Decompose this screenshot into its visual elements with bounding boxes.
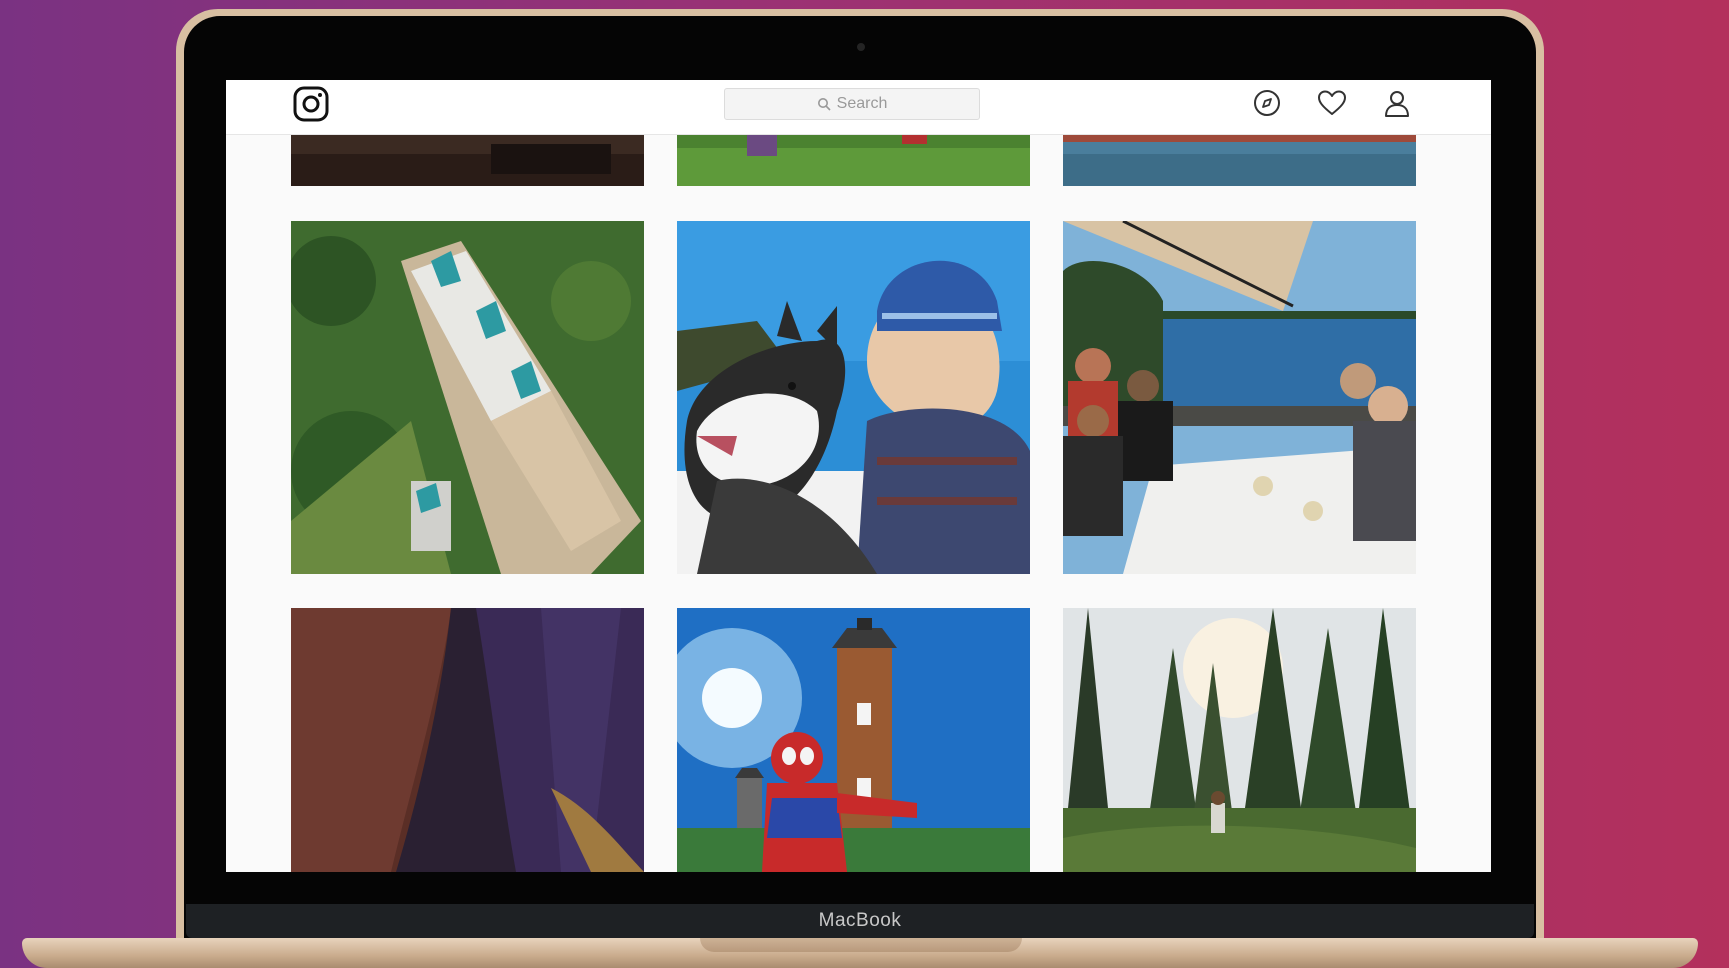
feed-tile[interactable]: [677, 608, 1030, 872]
top-navigation-bar: Search: [226, 80, 1491, 135]
profile-icon[interactable]: [1381, 87, 1413, 119]
search-input[interactable]: Search: [724, 88, 980, 120]
feed-tile[interactable]: [1063, 134, 1416, 186]
laptop-base-strip: MacBook: [186, 904, 1534, 938]
husky-and-child-photo: [677, 221, 1030, 574]
camera-icon: [857, 43, 865, 51]
feed-tile[interactable]: [677, 134, 1030, 186]
app-screen: Search: [226, 80, 1491, 872]
cropped-water-photo: [1063, 134, 1416, 186]
feed-tile[interactable]: [1063, 221, 1416, 574]
aerial-castle-photo: [291, 221, 644, 574]
forest-hiker-photo: [1063, 608, 1416, 872]
heart-icon[interactable]: [1316, 87, 1348, 119]
lakeside-dinner-photo: [1063, 221, 1416, 574]
feed-tile[interactable]: [1063, 608, 1416, 872]
abstract-closeup-photo: [291, 608, 644, 872]
laptop-notch: [700, 938, 1022, 952]
feed-tile[interactable]: [677, 221, 1030, 574]
feed-tile[interactable]: [291, 608, 644, 872]
laptop-brand-label: MacBook: [818, 910, 902, 931]
feed-tile[interactable]: [291, 134, 644, 186]
instagram-logo-icon[interactable]: [293, 86, 329, 122]
search-icon: [817, 98, 831, 111]
cropped-grass-photo: [677, 134, 1030, 186]
lighthouse-costume-photo: [677, 608, 1030, 872]
compass-icon[interactable]: [1251, 87, 1283, 119]
search-placeholder: Search: [836, 95, 888, 112]
cropped-dark-photo: [291, 134, 644, 186]
feed-tile[interactable]: [291, 221, 644, 574]
